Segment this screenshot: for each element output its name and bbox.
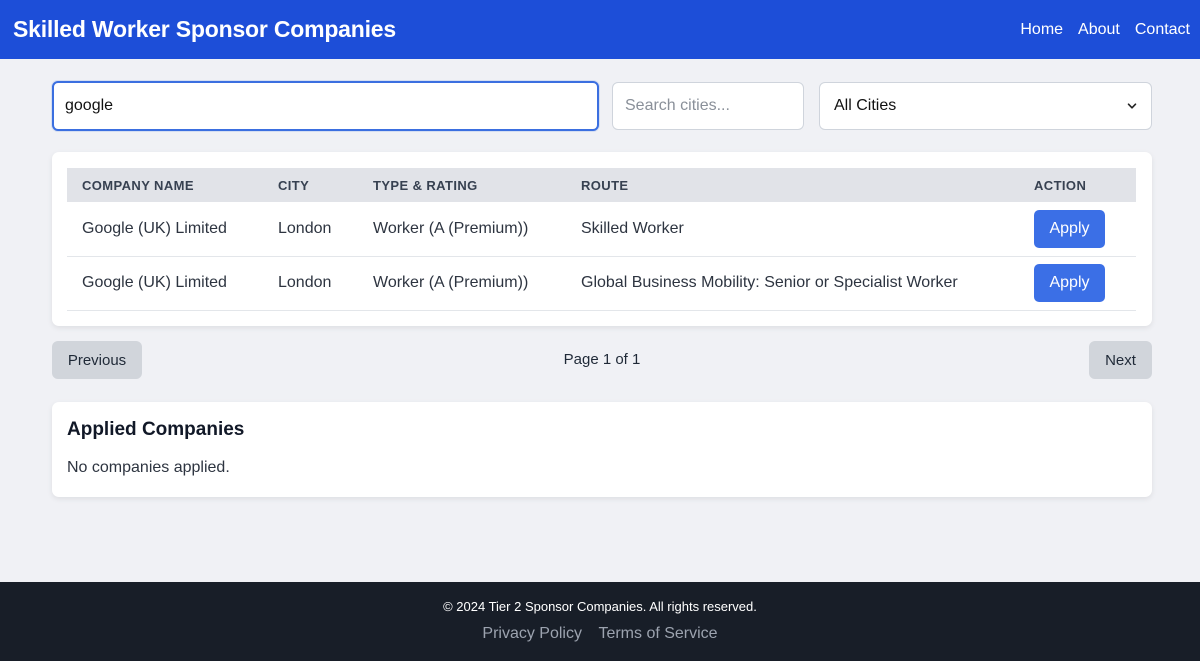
nav-links: Home About Contact — [1016, 0, 1200, 59]
company-search-input[interactable] — [52, 81, 599, 131]
cell-action: Apply — [1019, 202, 1136, 256]
header-action: ACTION — [1034, 177, 1087, 193]
table-row: Google (UK) Limited London Worker (A (Pr… — [67, 256, 1136, 310]
cell-route: Global Business Mobility: Senior or Spec… — [581, 274, 958, 291]
cell-city: London — [278, 219, 332, 237]
cell-action: Apply — [1019, 256, 1136, 310]
page-indicator: Page 1 of 1 — [563, 351, 641, 368]
cell-company: Google (UK) Limited — [82, 274, 227, 291]
nav-link-home[interactable]: Home — [1020, 21, 1063, 39]
header-type-rating: TYPE & RATING — [373, 177, 478, 193]
cell-type-rating: Worker (A (Premium)) — [373, 274, 529, 291]
city-search-input[interactable] — [612, 82, 804, 130]
apply-button[interactable]: Apply — [1034, 264, 1105, 302]
chevron-down-icon — [1127, 103, 1137, 109]
header-company-name: COMPANY NAME — [82, 177, 194, 193]
previous-page-button[interactable]: Previous — [52, 341, 142, 379]
companies-table-card: COMPANY NAME CITY TYPE & RATING ROUTE AC… — [52, 152, 1152, 326]
nav-link-contact[interactable]: Contact — [1135, 21, 1190, 39]
cell-type-rating: Worker (A (Premium)) — [373, 219, 529, 237]
cell-route: Skilled Worker — [581, 219, 684, 237]
header-city: CITY — [278, 177, 310, 193]
table-row: Google (UK) Limited London Worker (A (Pr… — [67, 202, 1136, 256]
privacy-policy-link[interactable]: Privacy Policy — [482, 625, 582, 642]
copyright-text: © 2024 Tier 2 Sponsor Companies. All rig… — [443, 599, 757, 614]
footer-links: Privacy Policy Terms of Service — [0, 625, 1200, 643]
applied-empty-message: No companies applied. — [67, 459, 230, 476]
applied-companies-card: Applied Companies No companies applied. — [52, 402, 1152, 497]
terms-of-service-link[interactable]: Terms of Service — [598, 625, 717, 642]
next-page-button[interactable]: Next — [1089, 341, 1152, 379]
pagination: Page 1 of 1 Previous Next — [52, 341, 1152, 379]
table-header-row: COMPANY NAME CITY TYPE & RATING ROUTE AC… — [67, 168, 1136, 202]
city-filter-value: All Cities — [834, 97, 897, 114]
cell-company: Google (UK) Limited — [82, 219, 227, 237]
site-title: Skilled Worker Sponsor Companies — [13, 16, 396, 42]
apply-button[interactable]: Apply — [1034, 209, 1105, 248]
cell-city: London — [278, 274, 332, 291]
nav-link-about[interactable]: About — [1078, 21, 1120, 39]
top-navbar: Skilled Worker Sponsor Companies Home Ab… — [0, 0, 1200, 59]
city-filter-select[interactable]: All Cities — [819, 82, 1152, 130]
search-bar: All Cities — [52, 81, 1152, 131]
companies-table: COMPANY NAME CITY TYPE & RATING ROUTE AC… — [67, 168, 1136, 311]
site-footer: © 2024 Tier 2 Sponsor Companies. All rig… — [0, 582, 1200, 661]
applied-companies-title: Applied Companies — [67, 419, 245, 440]
header-route: ROUTE — [581, 177, 629, 193]
